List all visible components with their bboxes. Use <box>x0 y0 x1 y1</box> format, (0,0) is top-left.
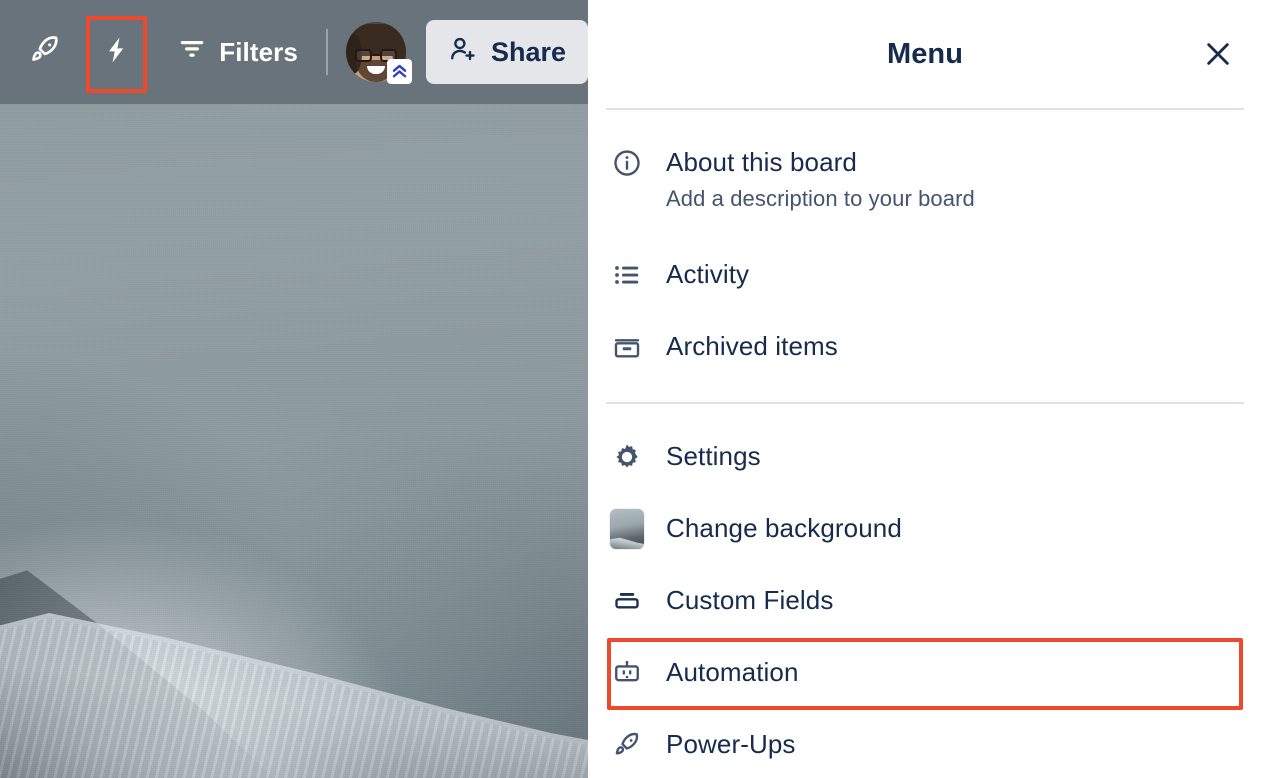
menu-item-subtitle: Add a description to your board <box>666 186 975 211</box>
menu-item-archived-items[interactable]: Archived items <box>588 312 1262 384</box>
menu-header: Menu <box>588 0 1262 108</box>
menu-item-label: Automation <box>666 657 799 687</box>
menu-item-label: Power-Ups <box>666 729 796 759</box>
board-canvas: Filters Share <box>0 0 588 778</box>
info-circle-icon <box>610 146 644 180</box>
rocket-icon <box>28 33 62 72</box>
filters-button[interactable]: Filters <box>163 24 312 80</box>
avatar[interactable] <box>345 22 412 84</box>
menu-item-power-ups-text: Power-Ups <box>666 710 796 764</box>
menu-item-custom-fields[interactable]: Custom Fields <box>588 566 1262 638</box>
background-thumbnail-icon <box>610 509 644 549</box>
menu-item-settings[interactable]: Settings <box>588 422 1262 494</box>
menu-item-custom-fields-text: Custom Fields <box>666 566 833 620</box>
lightning-bolt-icon <box>101 33 131 72</box>
menu-title: Menu <box>886 37 964 70</box>
app-root: Filters Share Menu About this board Add … <box>0 0 1262 778</box>
menu-item-activity[interactable]: Activity <box>588 240 1262 312</box>
gear-icon <box>610 440 644 474</box>
menu-item-automation-text: Automation <box>666 638 799 692</box>
board-menu-panel: Menu About this board Add a description … <box>588 0 1262 778</box>
menu-item-label: Custom Fields <box>666 585 834 615</box>
close-icon[interactable] <box>1196 32 1240 76</box>
menu-item-change-background-text: Change background <box>666 494 902 548</box>
background-grain-overlay <box>0 0 588 778</box>
menu-item-label: Change background <box>666 513 902 543</box>
toolbar-divider <box>325 29 328 75</box>
premium-chevrons-badge-icon <box>386 59 412 84</box>
menu-item-label: Archived items <box>666 331 838 361</box>
menu-item-power-ups[interactable]: Power-Ups <box>588 710 1262 778</box>
rocket-icon-button[interactable] <box>22 24 68 80</box>
menu-item-label: Settings <box>666 441 761 471</box>
menu-item-settings-text: Settings <box>666 422 761 476</box>
menu-item-archived-text: Archived items <box>666 312 838 366</box>
boosts-button[interactable] <box>86 24 148 80</box>
activity-list-icon <box>610 258 644 292</box>
menu-item-automation[interactable]: Automation <box>588 638 1262 710</box>
menu-item-about-this-board[interactable]: About this board Add a description to yo… <box>588 128 1262 240</box>
archive-box-icon <box>610 330 644 364</box>
menu-item-activity-text: Activity <box>666 240 749 294</box>
filter-funnel-icon <box>177 34 207 71</box>
rocket-icon <box>610 728 644 762</box>
menu-section-board-info: About this board Add a description to yo… <box>588 110 1262 384</box>
board-toolbar: Filters Share <box>0 0 588 104</box>
menu-item-change-background[interactable]: Change background <box>588 494 1262 566</box>
custom-fields-icon <box>610 584 644 618</box>
filters-label: Filters <box>219 36 298 67</box>
share-button[interactable]: Share <box>425 20 588 84</box>
share-label: Share <box>490 36 566 67</box>
menu-item-about-text: About this board Add a description to yo… <box>666 128 975 216</box>
person-add-icon <box>448 34 478 71</box>
menu-section-board-tools: Settings Change background Custom Fields… <box>588 404 1262 778</box>
menu-item-label: Activity <box>666 259 750 289</box>
robot-icon <box>610 656 644 690</box>
menu-item-label: About this board <box>666 147 857 177</box>
